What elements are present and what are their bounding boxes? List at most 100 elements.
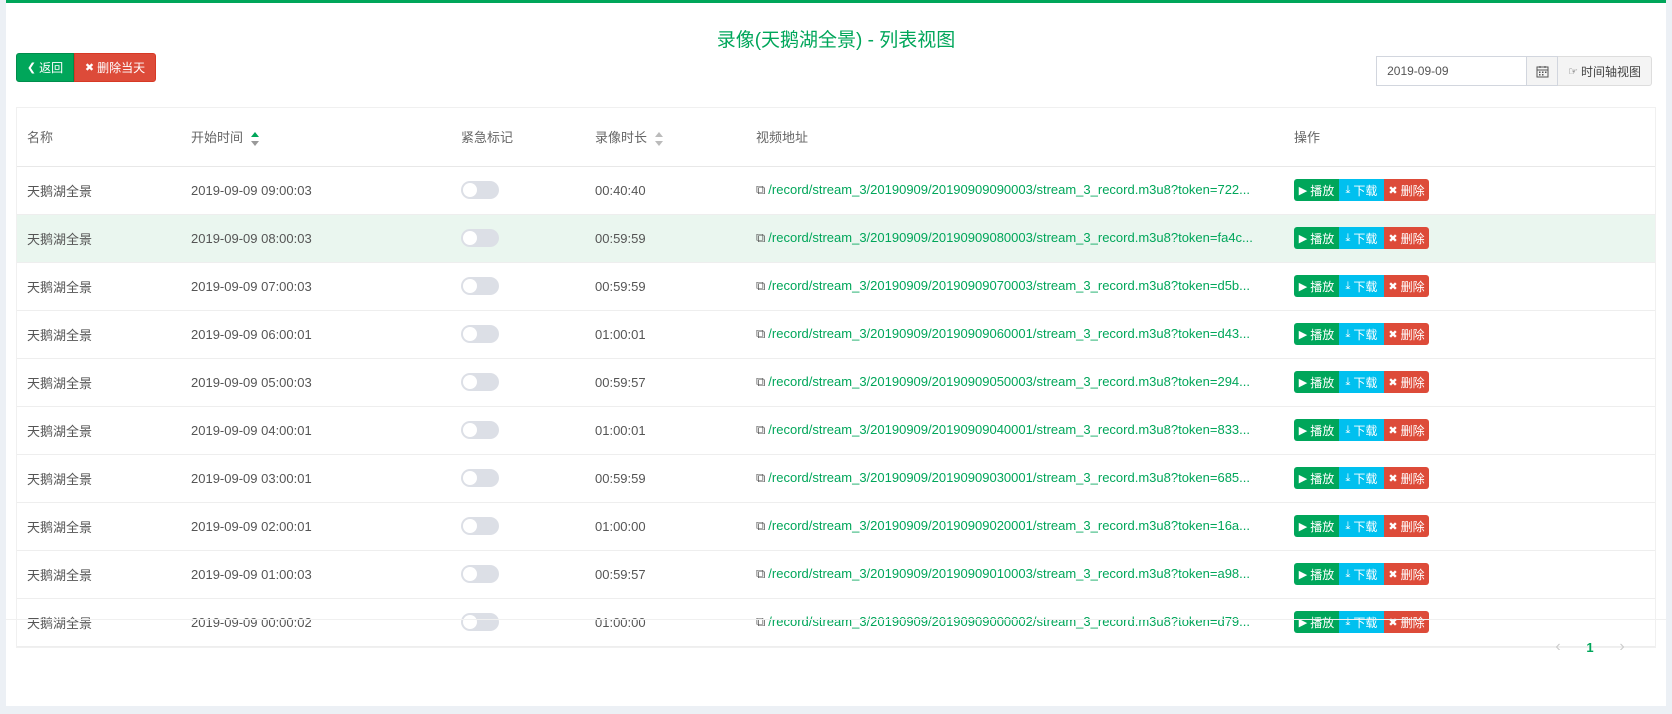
column-header-start-time[interactable]: 开始时间 [181,108,451,167]
download-icon: ⤓ [1345,279,1351,292]
copy-icon[interactable]: ⧉ [756,422,765,437]
urgent-toggle[interactable] [461,469,499,487]
play-button[interactable]: ▶ 播放 [1294,179,1339,201]
column-header-duration[interactable]: 录像时长 [585,108,746,167]
play-button[interactable]: ▶ 播放 [1294,371,1339,393]
download-button[interactable]: ⤓ 下载 [1339,563,1384,585]
play-button[interactable]: ▶ 播放 [1294,563,1339,585]
back-button-label: 返回 [39,61,64,75]
video-url-link[interactable]: /record/stream_3/20190909/20190909070003… [768,278,1250,293]
times-icon: ✖ [1388,184,1398,197]
delete-button[interactable]: ✖ 删除 [1384,323,1429,345]
play-button[interactable]: ▶ 播放 [1294,467,1339,489]
delete-button[interactable]: ✖ 删除 [1384,515,1429,537]
cell-actions: ▶ 播放 ⤓ 下载 ✖ 删除 [1284,358,1655,407]
download-icon: ⤓ [1345,567,1351,580]
play-button[interactable]: ▶ 播放 [1294,323,1339,345]
download-button-label: 下载 [1353,231,1378,246]
calendar-icon[interactable] [1526,56,1559,86]
urgent-toggle[interactable] [461,181,499,199]
download-icon: ⤓ [1345,183,1351,196]
play-button-label: 播放 [1310,375,1335,390]
download-button-label: 下载 [1353,471,1378,486]
play-icon: ▶ [1298,472,1308,485]
urgent-toggle[interactable] [461,325,499,343]
cell-name: 天鹅湖全景 [17,310,181,359]
video-url-link[interactable]: /record/stream_3/20190909/20190909050003… [768,374,1250,389]
delete-button[interactable]: ✖ 删除 [1384,275,1429,297]
download-button[interactable]: ⤓ 下载 [1339,179,1384,201]
video-url-link[interactable]: /record/stream_3/20190909/20190909020001… [768,518,1250,533]
urgent-toggle[interactable] [461,373,499,391]
column-header-url: 视频地址 [746,108,1284,167]
date-input[interactable] [1376,56,1527,86]
download-button[interactable]: ⤓ 下载 [1339,371,1384,393]
delete-button[interactable]: ✖ 删除 [1384,563,1429,585]
copy-icon[interactable]: ⧉ [756,278,765,293]
prev-page-button[interactable]: ‹ [1542,638,1574,656]
delete-button[interactable]: ✖ 删除 [1384,371,1429,393]
play-button[interactable]: ▶ 播放 [1294,515,1339,537]
cell-name: 天鹅湖全景 [17,214,181,263]
page-number-current[interactable]: 1 [1574,640,1606,655]
urgent-toggle[interactable] [461,565,499,583]
urgent-toggle[interactable] [461,229,499,247]
delete-day-button[interactable]: ✖ 删除当天 [74,53,156,82]
cell-urgent [451,166,585,215]
sort-icon[interactable] [251,131,260,146]
play-button[interactable]: ▶ 播放 [1294,227,1339,249]
delete-button-label: 删除 [1400,375,1425,390]
table-row: 天鹅湖全景 2019-09-09 04:00:01 01:00:01 ⧉/record… [17,406,1655,455]
table-row: 天鹅湖全景 2019-09-09 09:00:03 00:40:40 ⧉/record… [17,166,1655,215]
download-button[interactable]: ⤓ 下载 [1339,515,1384,537]
cell-duration: 00:59:59 [585,214,746,263]
table-row: 天鹅湖全景 2019-09-09 05:00:03 00:59:57 ⧉/record… [17,358,1655,407]
main-panel: 录像(天鹅湖全景) - 列表视图 ❮ 返回 ✖ 删除当天 ☞ 时间轴视图 名称 [6,0,1666,706]
copy-icon[interactable]: ⧉ [756,470,765,485]
back-button[interactable]: ❮ 返回 [16,53,74,82]
sort-icon[interactable] [655,131,664,146]
copy-icon[interactable]: ⧉ [756,566,765,581]
download-button[interactable]: ⤓ 下载 [1339,419,1384,441]
timeline-view-button[interactable]: ☞ 时间轴视图 [1558,56,1652,86]
copy-icon[interactable]: ⧉ [756,326,765,341]
cell-name: 天鹅湖全景 [17,550,181,599]
column-header-urgent: 紧急标记 [451,108,585,167]
video-url-link[interactable]: /record/stream_3/20190909/20190909040001… [768,422,1250,437]
download-button[interactable]: ⤓ 下载 [1339,227,1384,249]
copy-icon[interactable]: ⧉ [756,182,765,197]
delete-button[interactable]: ✖ 删除 [1384,419,1429,441]
cell-urgent [451,550,585,599]
delete-button[interactable]: ✖ 删除 [1384,467,1429,489]
copy-icon[interactable]: ⧉ [756,518,765,533]
download-button-label: 下载 [1353,183,1378,198]
urgent-toggle[interactable] [461,421,499,439]
cell-duration: 00:59:59 [585,262,746,311]
play-button-label: 播放 [1310,519,1335,534]
download-button-label: 下载 [1353,567,1378,582]
urgent-toggle[interactable] [461,277,499,295]
download-button[interactable]: ⤓ 下载 [1339,275,1384,297]
play-button-label: 播放 [1310,279,1335,294]
copy-icon[interactable]: ⧉ [756,374,765,389]
play-icon: ▶ [1298,280,1308,293]
copy-icon[interactable]: ⧉ [756,230,765,245]
next-page-button[interactable]: › [1606,638,1638,656]
video-url-link[interactable]: /record/stream_3/20190909/20190909090003… [768,182,1250,197]
video-url-link[interactable]: /record/stream_3/20190909/20190909030001… [768,470,1250,485]
download-button[interactable]: ⤓ 下载 [1339,467,1384,489]
column-header-actions: 操作 [1284,108,1655,167]
video-url-link[interactable]: /record/stream_3/20190909/20190909060001… [768,326,1250,341]
times-icon: ✖ [1388,568,1398,581]
video-url-link[interactable]: /record/stream_3/20190909/20190909010003… [768,566,1250,581]
delete-button[interactable]: ✖ 删除 [1384,179,1429,201]
play-button[interactable]: ▶ 播放 [1294,419,1339,441]
video-url-link[interactable]: /record/stream_3/20190909/20190909080003… [768,230,1253,245]
cell-start-time: 2019-09-09 03:00:01 [181,454,451,503]
play-button[interactable]: ▶ 播放 [1294,275,1339,297]
urgent-toggle[interactable] [461,517,499,535]
delete-button-label: 删除 [1400,471,1425,486]
download-button[interactable]: ⤓ 下载 [1339,323,1384,345]
delete-button[interactable]: ✖ 删除 [1384,227,1429,249]
recordings-table: 名称 开始时间 紧急标记 录像时长 视频地址 操作 天鹅湖全景 2019-09-0… [16,107,1656,648]
